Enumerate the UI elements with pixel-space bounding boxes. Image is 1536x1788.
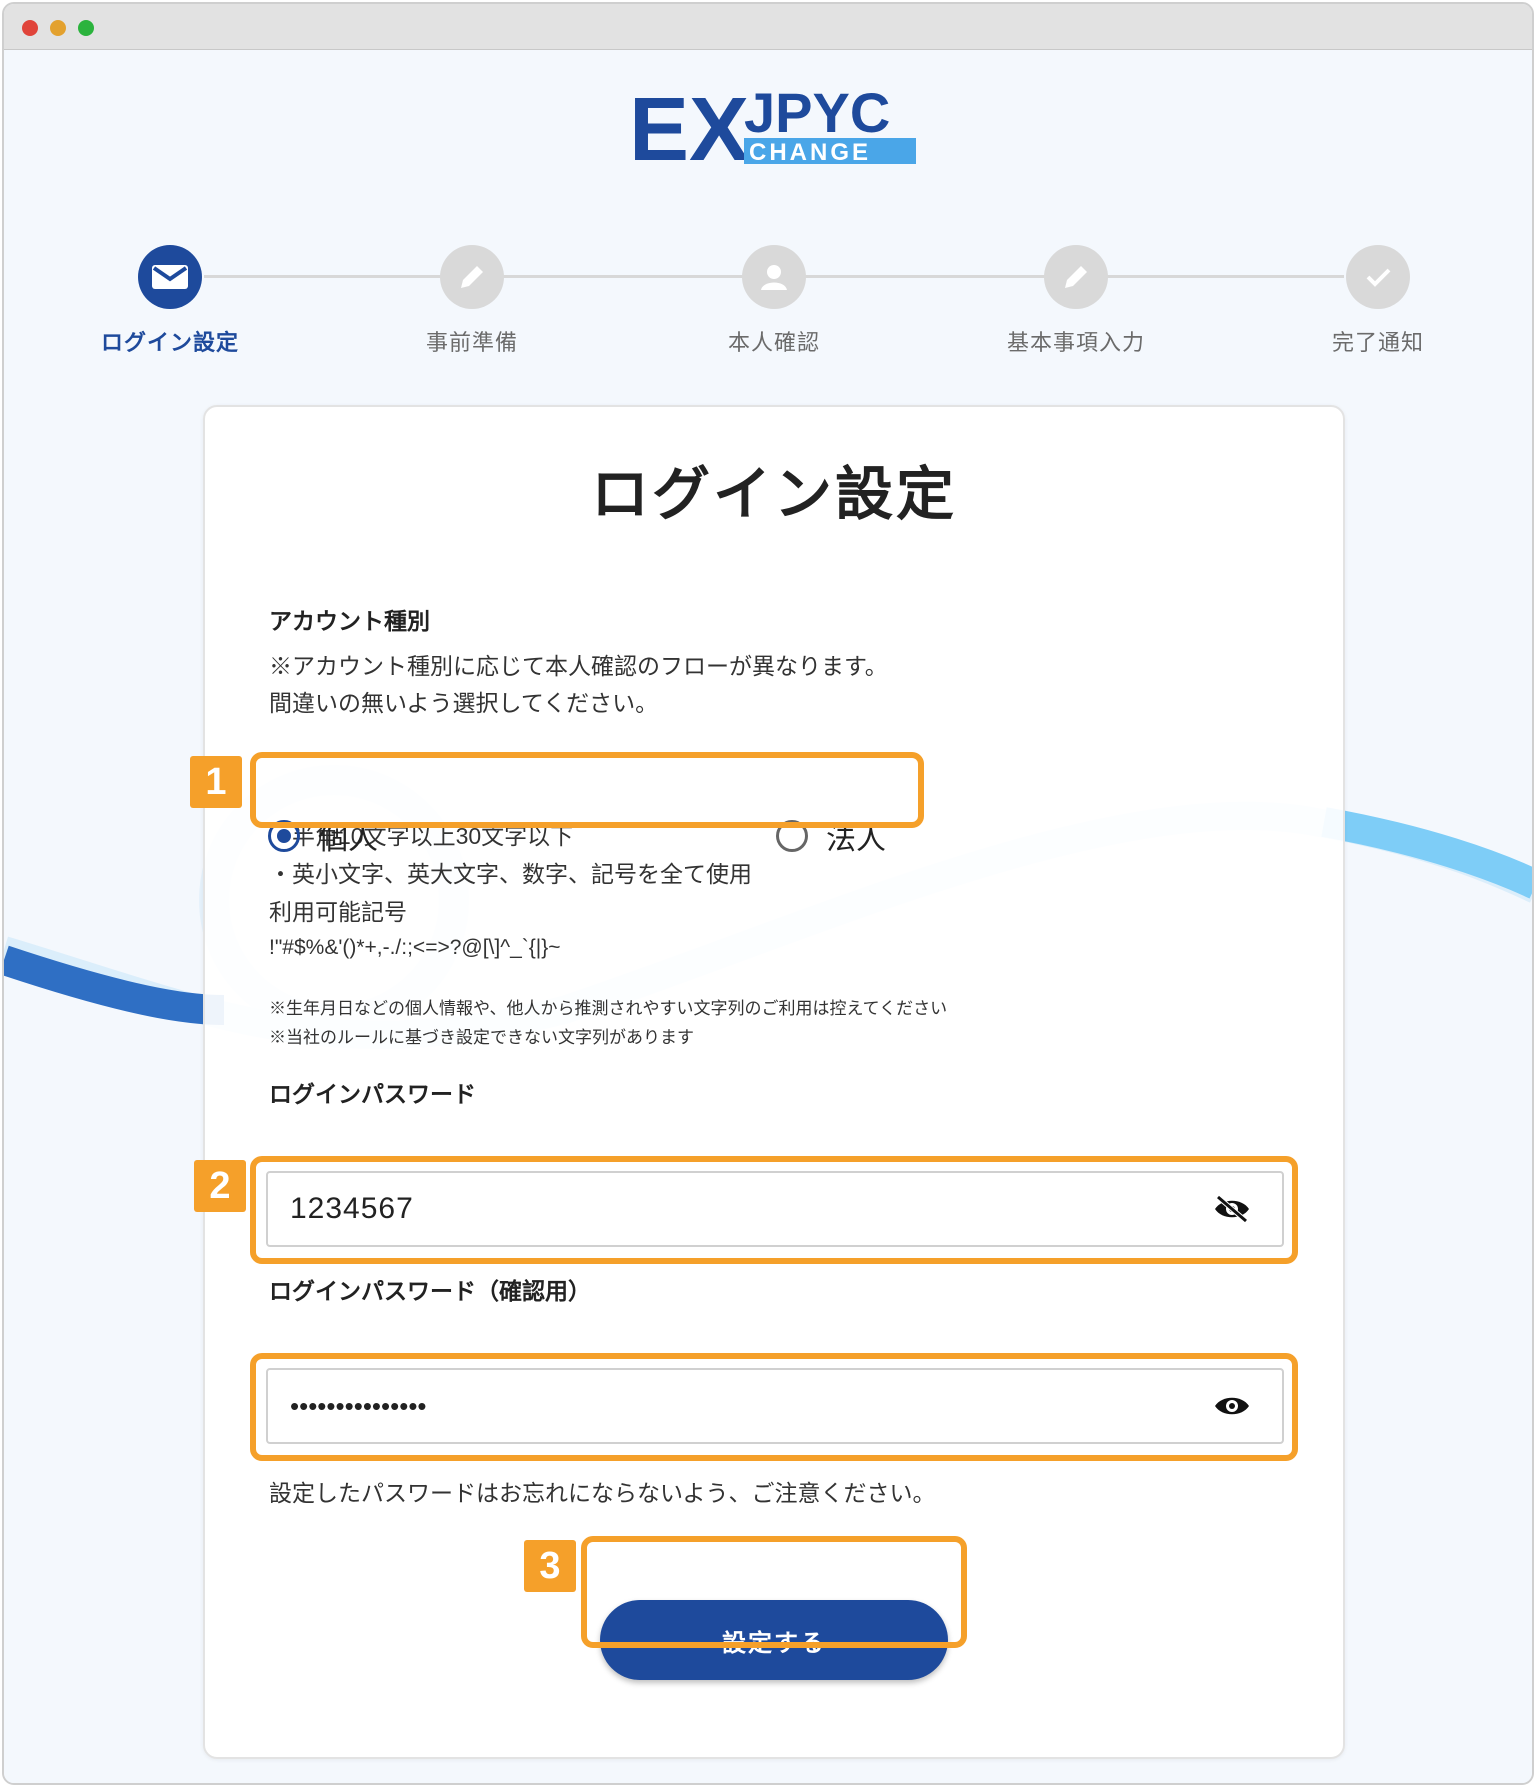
window-titlebar xyxy=(4,4,1532,50)
svg-text:EX: EX xyxy=(629,80,749,168)
person-icon xyxy=(742,245,806,309)
password-reminder-note: 設定したパスワードはお忘れにならないよう、ご注意ください。 xyxy=(269,1480,936,1506)
page-title: ログイン設定 xyxy=(590,462,957,527)
pencil-icon xyxy=(1044,245,1108,309)
browser-window: EX JPYC CHANGE ログイン設定 事前準備 本人確認 基本事項入力 完… xyxy=(2,2,1534,1785)
svg-text:CHANGE: CHANGE xyxy=(749,139,871,166)
pencil-icon xyxy=(440,245,504,309)
page-content: EX JPYC CHANGE ログイン設定 事前準備 本人確認 基本事項入力 完… xyxy=(4,50,1532,1783)
highlight-box-2 xyxy=(250,1156,1298,1264)
step-label: 基本事項入力 xyxy=(1006,330,1145,355)
step-badge-3: 3 xyxy=(524,1540,576,1592)
available-symbols: !"#$%&'()*+,-./:;<=>?@[\]^_`{|}~ xyxy=(269,936,561,959)
password-caution-1: ※生年月日などの個人情報や、他人から推測されやすい文字列のご利用は控えてください xyxy=(269,999,948,1018)
available-symbols-label: 利用可能記号 xyxy=(269,899,407,925)
maximize-window-button[interactable] xyxy=(78,20,94,36)
step-badge-1: 1 xyxy=(190,756,242,808)
svg-text:JPYC: JPYC xyxy=(744,81,890,144)
highlight-box-3 xyxy=(250,1353,1298,1461)
close-window-button[interactable] xyxy=(22,20,38,36)
minimize-window-button[interactable] xyxy=(50,20,66,36)
highlight-box-submit xyxy=(581,1536,967,1648)
step-preparation: 事前準備 xyxy=(372,245,572,357)
account-type-note-2: 間違いの無いよう選択してください。 xyxy=(269,690,659,716)
account-type-note-1: ※アカウント種別に応じて本人確認のフローが異なります。 xyxy=(269,653,888,679)
mail-icon xyxy=(138,245,202,309)
step-label: 本人確認 xyxy=(727,330,820,355)
step-completion: 完了通知 xyxy=(1278,245,1478,357)
step-basic-info: 基本事項入力 xyxy=(976,245,1176,357)
account-type-label: アカウント種別 xyxy=(269,608,430,634)
highlight-box-1 xyxy=(250,752,924,828)
step-badge-2: 2 xyxy=(194,1160,246,1212)
step-login-setup: ログイン設定 xyxy=(70,245,270,357)
step-label: ログイン設定 xyxy=(100,330,239,355)
progress-stepper: ログイン設定 事前準備 本人確認 基本事項入力 完了通知 xyxy=(4,245,1532,385)
step-label: 完了通知 xyxy=(1331,330,1424,355)
check-icon xyxy=(1346,245,1410,309)
password-caution-2: ※当社のルールに基づき設定できない文字列があります xyxy=(269,1028,694,1047)
exjpyc-change-logo: EX JPYC CHANGE xyxy=(629,80,916,168)
password-confirm-label: ログインパスワード（確認用） xyxy=(269,1278,591,1304)
step-label: 事前準備 xyxy=(425,330,518,355)
password-label: ログインパスワード xyxy=(269,1081,476,1107)
step-identity-verification: 本人確認 xyxy=(674,245,874,357)
